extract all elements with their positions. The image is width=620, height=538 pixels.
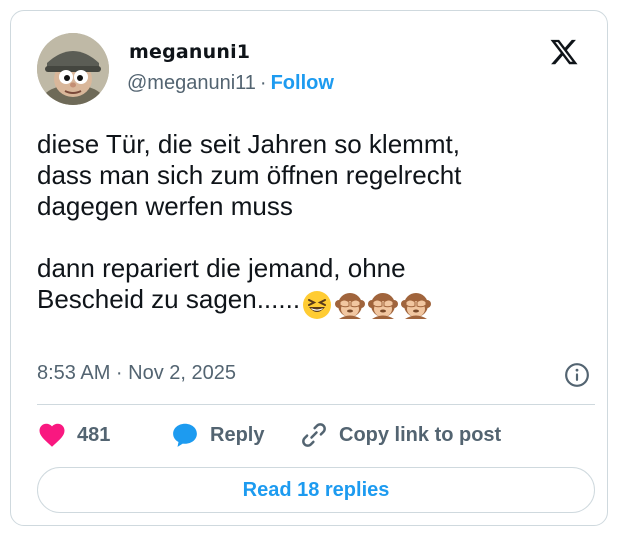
author-display-name[interactable]: meganuni1: [129, 41, 250, 63]
follow-button[interactable]: Follow: [271, 72, 334, 94]
info-icon[interactable]: [564, 362, 590, 388]
helmet-character-avatar-icon: [37, 33, 109, 105]
reply-button[interactable]: Reply: [170, 418, 264, 452]
tweet-text-paragraph-1: diese Tür, die seit Jahren so klemmt, da…: [37, 129, 462, 221]
tweet-text-paragraph-2-wrap: dann repariert die jemand, ohne Bescheid…: [37, 253, 434, 319]
copy-link-button[interactable]: Copy link to post: [299, 418, 501, 452]
reply-label: Reply: [210, 423, 265, 446]
grinning-squinting-face-icon: [303, 291, 332, 319]
like-count: 481: [77, 423, 111, 446]
author-handle-row: @meganuni11 · Follow: [127, 72, 334, 95]
see-no-evil-monkey-icon: [335, 293, 366, 319]
action-bar: 481 Reply Copy link to post: [37, 418, 597, 452]
tweet-card: meganuni1 @meganuni11 · Follow diese Tür, …: [10, 10, 608, 526]
heart-icon: [39, 423, 65, 447]
separator-dot: ·: [259, 72, 267, 94]
tweet-text: diese Tür, die seit Jahren so klemmt, da…: [37, 129, 597, 321]
author-handle[interactable]: @meganuni11: [127, 72, 256, 94]
divider: [37, 404, 595, 405]
avatar[interactable]: [37, 33, 109, 105]
link-icon: [302, 423, 326, 447]
copy-link-label: Copy link to post: [339, 423, 502, 446]
x-logo-icon[interactable]: [549, 37, 579, 67]
like-button[interactable]: 481: [37, 418, 110, 452]
emoji-group: [302, 290, 434, 321]
see-no-evil-monkey-icon: [368, 293, 399, 319]
see-no-evil-monkey-icon: [401, 293, 432, 319]
reply-bubble-icon: [173, 423, 197, 447]
read-replies-button[interactable]: Read 18 replies: [37, 467, 595, 513]
tweet-timestamp[interactable]: 8:53 AM · Nov 2, 2025: [37, 362, 236, 385]
